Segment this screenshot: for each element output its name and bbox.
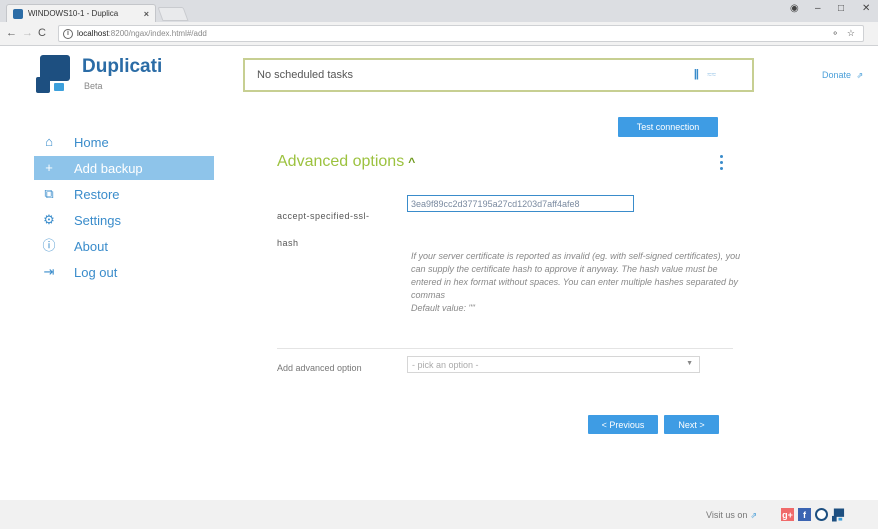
new-tab-button[interactable] [157,7,189,21]
restore-icon: ⧉ [44,186,54,201]
github-icon[interactable] [815,508,828,521]
footer: Visit us on ⇗ g+ f [0,500,878,529]
maximize-button[interactable]: □ [838,3,844,14]
sidebar-item-logout[interactable]: ⇥ Log out [34,260,214,284]
duplicati-logo [36,55,74,93]
chevron-down-icon: ▼ [686,360,693,367]
advanced-options-header[interactable]: Advanced options ^ [277,153,415,171]
duplicati-favicon-icon [13,8,23,19]
visit-label: Visit us on [706,510,748,520]
option-help-text: If your server certificate is reported a… [411,250,741,315]
plus-icon: + [45,160,53,175]
previous-button[interactable]: < Previous [588,415,658,434]
section-title: Advanced options [277,153,405,170]
account-icon[interactable]: ◉ [790,3,799,14]
duplicati-forum-icon[interactable] [832,508,845,521]
option-label: accept-specified-ssl- hash [277,203,392,257]
brand-subtitle: Beta [84,81,103,91]
home-icon: ⌂ [45,134,53,149]
option-label-line: accept-specified-ssl- [277,211,370,221]
tab-close-icon[interactable]: × [144,9,149,19]
sidebar-item-restore[interactable]: ⧉ Restore [34,182,214,206]
status-bar: No scheduled tasks || ≈≈ [243,58,754,92]
sidebar-item-label: Restore [74,186,120,202]
next-button[interactable]: Next > [664,415,719,434]
select-placeholder: - pick an option - [412,359,479,370]
visit-us-link[interactable]: Visit us on ⇗ [706,510,757,520]
tab-title: WINDOWS10-1 - Duplica [28,9,119,18]
add-option-select[interactable]: - pick an option - ▼ [407,356,700,373]
sidebar-item-settings[interactable]: ⚙ Settings [34,208,214,232]
default-value: Default value: "" [411,303,475,313]
donate-link[interactable]: Donate ⇗ [822,70,863,80]
logout-icon: ⇥ [43,264,55,279]
url-host: localhost [77,29,109,38]
info-icon: ⓘ [42,238,56,253]
google-plus-icon[interactable]: g+ [781,508,794,521]
test-connection-button[interactable]: Test connection [618,117,718,137]
browser-tab-bar: WINDOWS10-1 - Duplica × ◉ – □ ✕ [0,0,878,22]
throttle-icon[interactable]: ≈≈ [707,70,716,79]
key-icon[interactable]: ⚬ [831,28,839,39]
browser-toolbar: ← → C i localhost :8200/ngax/index.html#… [0,22,878,46]
sidebar-item-label: Home [74,134,109,150]
close-window-button[interactable]: ✕ [862,3,870,14]
reload-icon[interactable]: C [38,27,46,39]
browser-tab[interactable]: WINDOWS10-1 - Duplica × [6,4,156,22]
external-link-icon: ⇗ [750,511,758,520]
facebook-icon[interactable]: f [798,508,811,521]
bookmark-star-icon[interactable]: ☆ [847,28,855,39]
sidebar-item-label: Settings [74,212,121,228]
sidebar-item-label: About [74,238,108,254]
divider [277,348,733,349]
brand-name: Duplicati [82,56,163,77]
sidebar-item-home[interactable]: ⌂ Home [34,130,214,154]
sidebar-item-about[interactable]: ⓘ About [34,234,214,258]
status-text: No scheduled tasks [257,69,353,81]
hash-input[interactable]: 3ea9f89cc2d377195a27cd1203d7aff4afe8 [407,195,634,212]
sidebar-item-label: Log out [74,264,118,280]
forward-icon[interactable]: → [22,27,33,39]
sidebar-item-label: Add backup [74,160,143,176]
help-description: If your server certificate is reported a… [411,251,741,300]
url-path: :8200/ngax/index.html#/add [108,29,207,38]
minimize-button[interactable]: – [815,3,821,14]
sidebar-item-add-backup[interactable]: + Add backup [34,156,214,180]
donate-label: Donate [822,70,852,80]
back-icon[interactable]: ← [6,27,17,39]
pause-icon[interactable]: || [694,68,699,80]
external-link-icon: ⇗ [856,71,864,80]
option-label-line: hash [277,238,299,248]
site-info-icon[interactable]: i [63,28,73,39]
gear-icon: ⚙ [43,212,55,227]
chevron-up-icon: ^ [408,155,416,169]
sidebar-nav: ⌂ Home + Add backup ⧉ Restore ⚙ Settings… [34,130,214,286]
more-options-icon[interactable] [718,155,724,170]
add-option-label: Add advanced option [277,363,362,373]
address-bar[interactable]: i localhost :8200/ngax/index.html#/add ⚬… [58,25,864,42]
